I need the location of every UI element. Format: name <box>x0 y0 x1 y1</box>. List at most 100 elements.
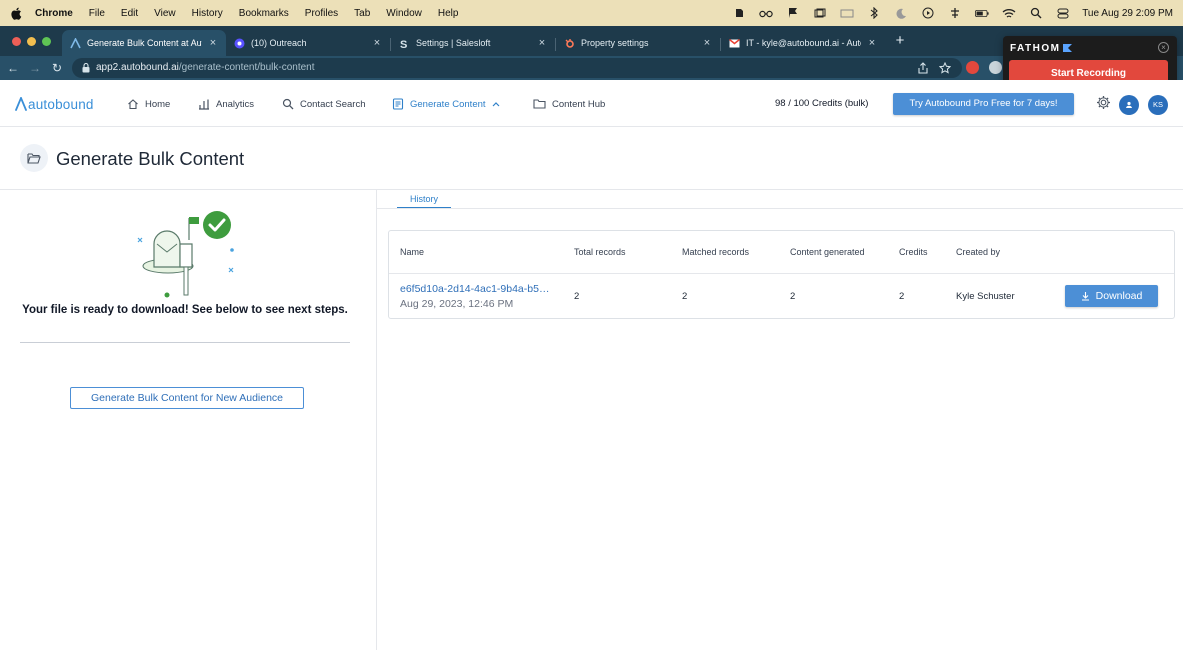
svg-text:S: S <box>400 39 407 49</box>
tab-gmail[interactable]: IT - kyle@autobound.ai - Autob × <box>721 30 885 56</box>
column-header-name[interactable]: Name <box>400 247 424 257</box>
avatar[interactable]: KS <box>1148 95 1168 115</box>
close-window-button[interactable] <box>12 37 21 46</box>
gmail-icon <box>729 38 740 49</box>
glasses-icon[interactable] <box>759 7 773 19</box>
gear-icon[interactable] <box>1096 95 1111 110</box>
battery-box-icon[interactable] <box>840 7 854 19</box>
salesloft-icon: S <box>399 38 410 49</box>
maximize-window-button[interactable] <box>42 37 51 46</box>
macos-menu-bar: Chrome File Edit View History Bookmarks … <box>0 0 1183 26</box>
play-icon[interactable] <box>921 7 935 19</box>
autobound-icon <box>70 37 81 49</box>
download-label: Download <box>1095 290 1143 302</box>
address-bar[interactable]: app2.autobound.ai/generate-content/bulk-… <box>72 58 962 78</box>
file-name-link[interactable]: e6f5d10a-2d14-4ac1-9b4a-b5… <box>400 283 549 295</box>
folder-open-icon <box>20 144 48 172</box>
fathom-brand: FATHOM <box>1010 43 1061 54</box>
menu-bookmarks[interactable]: Bookmarks <box>239 8 289 19</box>
url-path: /generate-content/bulk-content <box>178 62 315 73</box>
tab-hubspot[interactable]: Property settings × <box>556 30 720 56</box>
nav-content-hub[interactable]: Content Hub <box>533 96 605 112</box>
column-header-content-generated[interactable]: Content generated <box>790 247 865 257</box>
close-tab-icon[interactable]: × <box>372 37 382 49</box>
left-panel: Your file is ready to download! See belo… <box>0 190 377 650</box>
menu-profiles[interactable]: Profiles <box>305 8 338 19</box>
search-icon <box>282 98 294 110</box>
battery-icon[interactable] <box>975 7 989 19</box>
new-tab-button[interactable]: + <box>893 33 907 48</box>
fathom-logo-icon <box>1063 44 1072 52</box>
history-table: Name Total records Matched records Conte… <box>388 230 1175 319</box>
menu-app-name[interactable]: Chrome <box>35 8 73 19</box>
cell-credits: 2 <box>899 291 905 302</box>
column-header-created-by[interactable]: Created by <box>956 247 1000 257</box>
url-host: app2.autobound.ai <box>96 62 179 73</box>
outreach-icon <box>234 38 245 49</box>
moon-icon[interactable] <box>894 7 908 19</box>
menu-help[interactable]: Help <box>438 8 459 19</box>
menu-tab[interactable]: Tab <box>354 8 370 19</box>
nav-content-hub-label: Content Hub <box>552 98 606 110</box>
logo-text: autobound <box>28 96 94 112</box>
minimize-window-button[interactable] <box>27 37 36 46</box>
nav-home[interactable]: Home <box>127 96 170 112</box>
nav-contact-search-label: Contact Search <box>300 98 366 110</box>
extension-recorder-icon[interactable] <box>966 61 979 74</box>
column-header-credits[interactable]: Credits <box>899 247 928 257</box>
cell-total-records: 2 <box>574 291 580 302</box>
wifi-icon[interactable] <box>1002 7 1016 19</box>
tab-title: IT - kyle@autobound.ai - Autob <box>746 38 861 48</box>
nav-contact-search[interactable]: Contact Search <box>282 96 365 112</box>
spotlight-icon[interactable] <box>1029 7 1043 19</box>
menu-window[interactable]: Window <box>386 8 422 19</box>
app-navbar: autobound Home Analytics Contact Search … <box>0 80 1183 127</box>
extension-globe-icon[interactable] <box>989 61 1002 74</box>
autobound-logo[interactable]: autobound <box>15 95 94 113</box>
try-pro-button[interactable]: Try Autobound Pro Free for 7 days! <box>893 93 1074 115</box>
cell-matched-records: 2 <box>682 291 688 302</box>
nav-analytics[interactable]: Analytics <box>198 96 254 112</box>
column-header-total-records[interactable]: Total records <box>574 247 626 257</box>
evernote-icon[interactable] <box>732 7 746 19</box>
forward-icon[interactable]: → <box>28 61 42 75</box>
column-header-matched-records[interactable]: Matched records <box>682 247 749 257</box>
back-icon[interactable]: ← <box>6 61 20 75</box>
close-tab-icon[interactable]: × <box>867 37 877 49</box>
download-button[interactable]: Download <box>1065 285 1158 307</box>
cell-created-by: Kyle Schuster <box>956 291 1015 302</box>
table-header-row: Name Total records Matched records Conte… <box>389 231 1174 274</box>
tab-autobound[interactable]: Generate Bulk Content at Autob × <box>62 30 226 56</box>
divider <box>20 342 350 343</box>
nav-generate-content[interactable]: Generate Content <box>392 96 500 112</box>
file-date: Aug 29, 2023, 12:46 PM <box>400 298 514 310</box>
close-tab-icon[interactable]: × <box>208 37 218 49</box>
tab-salesloft[interactable]: S Settings | Salesloft × <box>391 30 555 56</box>
network-icon[interactable] <box>948 7 962 19</box>
menu-edit[interactable]: Edit <box>121 8 138 19</box>
apple-icon[interactable] <box>11 7 25 20</box>
control-center-icon[interactable] <box>1056 7 1070 19</box>
close-tab-icon[interactable]: × <box>702 37 712 49</box>
tab-title: Property settings <box>581 38 649 48</box>
tabs-divider <box>377 208 1183 209</box>
menu-bar-clock[interactable]: Tue Aug 29 2:09 PM <box>1082 8 1173 19</box>
flag-icon[interactable] <box>786 7 800 19</box>
generate-new-audience-button[interactable]: Generate Bulk Content for New Audience <box>70 387 304 409</box>
menu-file[interactable]: File <box>89 8 105 19</box>
reload-icon[interactable]: ↻ <box>50 61 64 75</box>
tab-title: (10) Outreach <box>251 38 307 48</box>
bookmark-star-icon[interactable] <box>939 62 951 74</box>
credits-counter: 98 / 100 Credits (bulk) <box>775 98 869 109</box>
close-tab-icon[interactable]: × <box>537 37 547 49</box>
fathom-close-icon[interactable]: × <box>1158 42 1169 53</box>
menu-history[interactable]: History <box>192 8 223 19</box>
tab-outreach[interactable]: (10) Outreach × <box>226 30 390 56</box>
lock-icon[interactable] <box>82 63 90 73</box>
bluetooth-icon[interactable] <box>867 7 881 19</box>
user-menu-icon[interactable] <box>1119 95 1139 115</box>
menu-view[interactable]: View <box>154 8 176 19</box>
tab-history[interactable]: History <box>397 193 451 209</box>
share-icon[interactable] <box>918 62 928 74</box>
window-icon[interactable] <box>813 7 827 19</box>
